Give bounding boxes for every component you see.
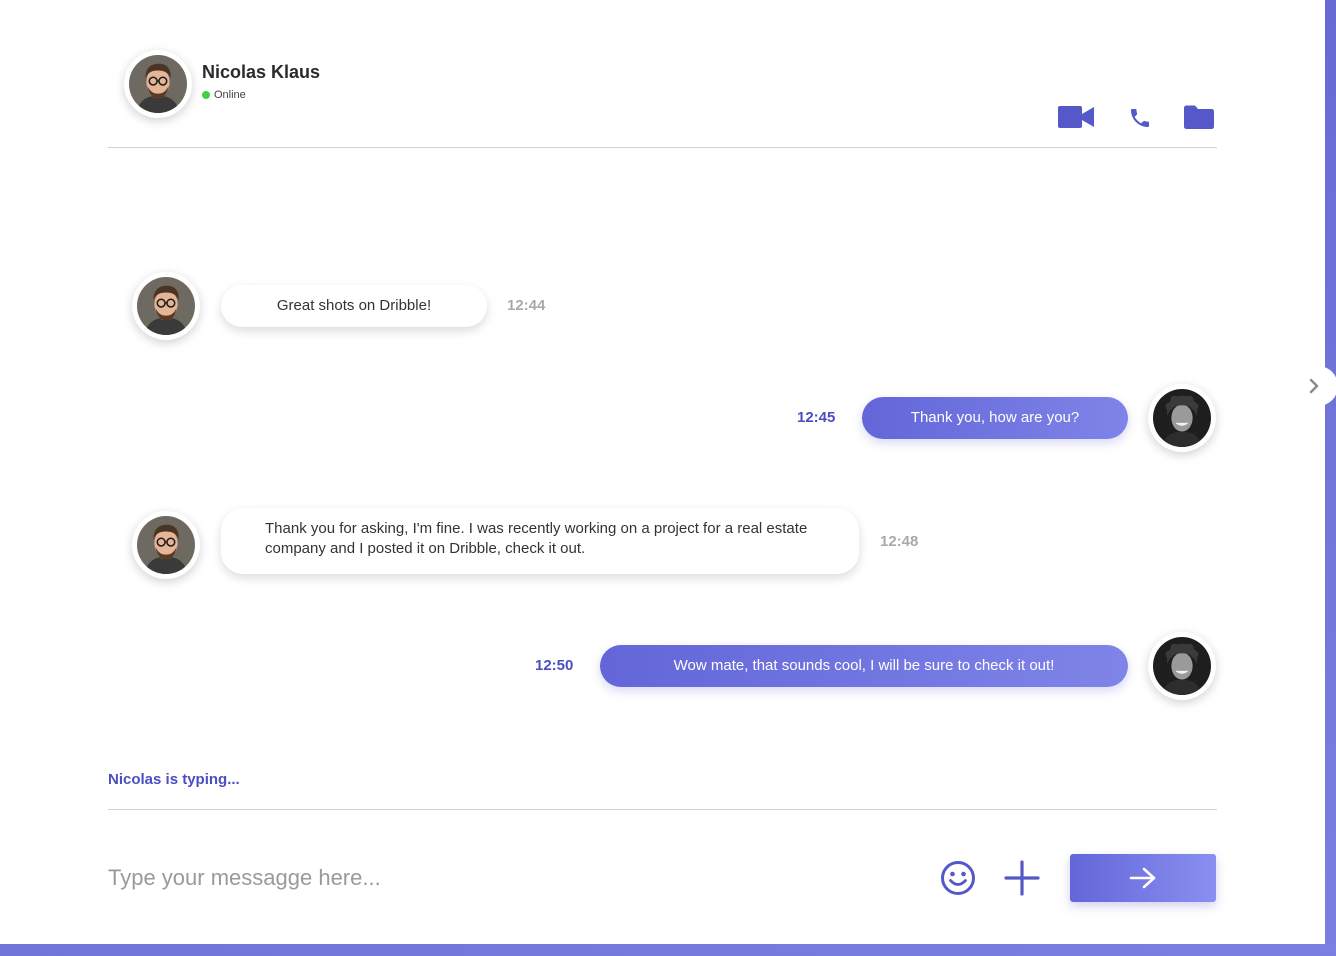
message-time: 12:45 (797, 409, 836, 426)
send-button[interactable] (1070, 854, 1216, 902)
message-time: 12:48 (880, 533, 919, 550)
sender-avatar[interactable] (132, 511, 200, 579)
chat-panel: Nicolas Klaus Online Great shots on Drib… (0, 0, 1325, 944)
user-avatar-icon (137, 277, 195, 335)
message-text: Thank you, how are you? (910, 409, 1080, 426)
message-time: 12:50 (535, 657, 574, 674)
status-label: Online (214, 89, 246, 101)
message-bubble-outgoing[interactable]: Wow mate, that sounds cool, I will be su… (600, 645, 1128, 687)
user-avatar-icon (137, 516, 195, 574)
message-text: Wow mate, that sounds cool, I will be su… (673, 657, 1055, 674)
header-divider (108, 147, 1217, 148)
user-avatar-icon (1153, 637, 1211, 695)
message-bubble-outgoing[interactable]: Thank you, how are you? (862, 397, 1128, 439)
user-avatar-icon (1153, 389, 1211, 447)
phone-call-button[interactable] (1128, 106, 1152, 135)
message-text: Great shots on Dribble! (276, 297, 432, 314)
video-call-button[interactable] (1058, 105, 1094, 134)
phone-call-icon (1131, 109, 1149, 127)
my-avatar[interactable] (1148, 384, 1216, 452)
message-bubble-incoming[interactable]: Thank you for asking, I'm fine. I was re… (221, 508, 859, 574)
online-status: Online (202, 89, 246, 101)
sender-avatar[interactable] (132, 272, 200, 340)
message-time: 12:44 (507, 297, 546, 314)
attach-button[interactable] (1004, 860, 1040, 901)
emoji-button[interactable] (940, 860, 976, 901)
online-dot-icon (202, 91, 210, 99)
typing-indicator: Nicolas is typing... (108, 771, 240, 788)
folder-icon (1184, 105, 1214, 129)
contact-avatar[interactable] (124, 50, 192, 118)
my-avatar[interactable] (1148, 632, 1216, 700)
chevron-right-icon (1309, 378, 1319, 394)
folder-button[interactable] (1184, 105, 1214, 134)
video-call-icon (1058, 106, 1094, 128)
message-input[interactable] (108, 858, 908, 898)
composer-divider (108, 809, 1217, 810)
smiley-icon (941, 861, 975, 895)
plus-icon (1004, 860, 1040, 896)
contact-name: Nicolas Klaus (202, 62, 321, 82)
user-avatar-icon (129, 55, 187, 113)
side-panel-toggle[interactable] (1298, 366, 1336, 406)
message-text: Thank you for asking, I'm fine. I was re… (265, 520, 808, 557)
message-bubble-incoming[interactable]: Great shots on Dribble! (221, 285, 487, 327)
arrow-right-icon (1129, 867, 1156, 889)
